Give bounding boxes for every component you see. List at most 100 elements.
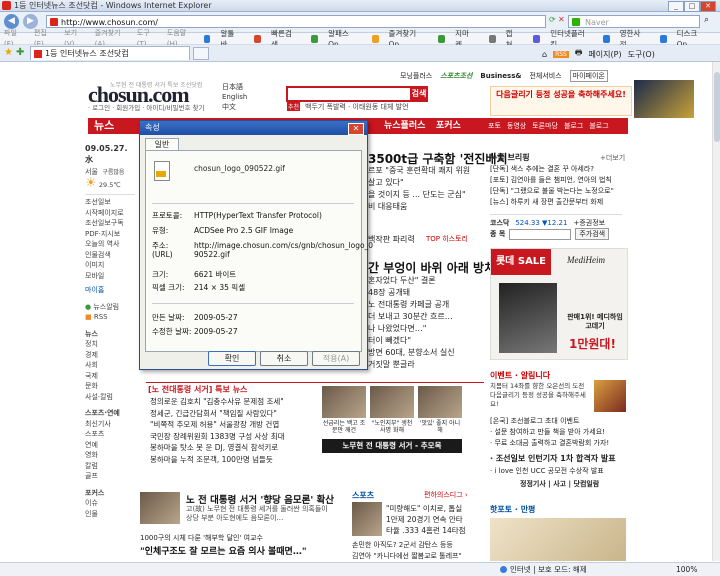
- headline-2-sub[interactable]: 터이 빼겠다": [368, 335, 484, 347]
- left-link[interactable]: 모바일: [85, 271, 135, 282]
- headline-2-sub[interactable]: 거짓말 뿐글라: [368, 359, 484, 371]
- login-links[interactable]: · 로그인 · 회원가입 · 아이디/비밀번호 찾기: [88, 102, 204, 112]
- stop-icon[interactable]: ✕: [558, 15, 565, 24]
- minimize-button[interactable]: _: [668, 1, 684, 12]
- photo-band[interactable]: 노무현 전 대통령 서거 - 추모목: [322, 439, 462, 453]
- news-section-link[interactable]: 경제: [85, 350, 135, 361]
- event-item[interactable]: [온국] 조선블로그 초대 이벤트: [490, 416, 626, 427]
- nav-blog[interactable]: 블로그: [564, 121, 583, 131]
- sports-section-link[interactable]: 영화: [85, 450, 135, 461]
- event-image[interactable]: [594, 380, 626, 412]
- tools-menu[interactable]: 도구(O): [628, 49, 655, 60]
- photo-thumb-1[interactable]: [322, 386, 366, 418]
- event-title[interactable]: 이벤트 · 알림니다: [490, 370, 550, 381]
- event-links[interactable]: 정정기사 | 사고 | 닷컴일람: [520, 478, 599, 490]
- tab-chosun[interactable]: 1등 인터넷뉴스 조선닷컴: [30, 46, 190, 60]
- lang-japanese[interactable]: 日本語: [222, 82, 247, 92]
- left-link[interactable]: PDF·지시보: [85, 229, 135, 240]
- sports-thumb[interactable]: [352, 502, 382, 536]
- home-icon[interactable]: ⌂: [542, 50, 547, 59]
- site-search-input[interactable]: [286, 86, 412, 102]
- cartoon-image[interactable]: [490, 518, 626, 561]
- briefing-title[interactable]: 뉴플 브리핑: [490, 152, 530, 163]
- special-news-item[interactable]: 정의로운 김호치 "김충수사유 문제점 조세": [150, 396, 315, 408]
- left-link[interactable]: 오늘의 역사: [85, 239, 135, 250]
- sports-title[interactable]: 스포츠: [352, 490, 374, 501]
- nav-photo[interactable]: 포토: [488, 121, 501, 131]
- nav-debate[interactable]: 토론마당: [532, 121, 558, 131]
- sports-item[interactable]: "미량해도" 이치로, 톱실: [386, 503, 486, 514]
- special-title[interactable]: [노 전대통령 서거] 특보 뉴스: [148, 384, 247, 395]
- headline-1-sub[interactable]: 살고 있다": [368, 177, 484, 189]
- headline-2-sub[interactable]: 48장 공개돼: [368, 287, 484, 299]
- event-text[interactable]: 치몸터 14좌를 향한 오은선의 도전 다음글리기 등정 성공을 축하해주세요!: [490, 382, 590, 412]
- headline-2-sub[interactable]: 방면 60대, 분향소서 실신: [368, 347, 484, 359]
- left-link[interactable]: 이미지: [85, 260, 135, 271]
- headline-2-sub[interactable]: 노 전대통령 카페글 공개: [368, 299, 484, 311]
- left-link[interactable]: 조선일보: [85, 197, 135, 208]
- photo-thumb-3[interactable]: [418, 386, 462, 418]
- sports-bottom-item[interactable]: 손민한 아직도? 2군서 감탄스 등등: [352, 540, 492, 551]
- event-ucc[interactable]: · i love 인천 UCC 공모전 수상작 발표: [490, 465, 604, 477]
- scroll-thumb[interactable]: [714, 72, 720, 142]
- window-title-bar[interactable]: 1등 인터넷뉴스 조선닷컴 - Windows Internet Explore…: [0, 0, 720, 12]
- bottom-headline-2[interactable]: "인체구조도 잘 모르는 요즘 의사 볼때면…": [140, 544, 307, 557]
- headline-2-sub[interactable]: 혼자었다 두산" 결론: [368, 275, 484, 287]
- event-item[interactable]: · 설문 참여하고 만들 책을 받아 가세요!: [490, 427, 626, 438]
- stock-search-button[interactable]: 주가검색: [575, 228, 610, 240]
- sports-section-link[interactable]: 스포츠: [85, 429, 135, 440]
- maximize-button[interactable]: □: [684, 1, 700, 12]
- close-button[interactable]: ✕: [700, 1, 716, 12]
- special-news-item[interactable]: 정세군, 긴급간담회서 "책임질 사람있다": [150, 408, 315, 420]
- section-sports[interactable]: 스포츠·연예: [85, 408, 135, 419]
- search-icon[interactable]: ⌕: [704, 15, 709, 25]
- special-news-item[interactable]: 봉하마을 탓소 못 운 DJ, 영결식 참석키로: [150, 442, 315, 454]
- site-search-button[interactable]: 검색: [410, 86, 428, 102]
- sports-bottom-item[interactable]: 김연아 "카니다에선 짧봄교로 톨레프": [352, 551, 492, 561]
- photo-caption-2[interactable]: "노인지부" 생천사명 화해: [370, 420, 414, 434]
- stock-input[interactable]: [509, 228, 572, 240]
- news-section-link[interactable]: 국제: [85, 371, 135, 382]
- link-sports-chosun[interactable]: 스포츠조선: [440, 71, 472, 81]
- top-ad-image[interactable]: [634, 80, 694, 118]
- search-input[interactable]: Naver: [568, 15, 700, 28]
- link-business[interactable]: Business&: [480, 72, 521, 80]
- section-news[interactable]: 뉴스: [85, 329, 135, 340]
- nav-focus[interactable]: 포커스: [436, 118, 461, 134]
- top-ad-banner[interactable]: 다음글리기 등정 성공을 축하해주세요!: [490, 86, 632, 116]
- dialog-title[interactable]: 속성: [140, 121, 367, 135]
- lang-chinese[interactable]: 中文: [222, 102, 247, 112]
- special-news-item[interactable]: 봉하마을 누적 조문객, 100만명 넘들듯: [150, 454, 315, 466]
- sports-item[interactable]: 타율 .333 4홈런 14타점: [386, 525, 486, 536]
- market-more[interactable]: +증권정보: [573, 218, 605, 228]
- left-link[interactable]: 시작페이지로: [85, 208, 135, 219]
- photo-thumb-2[interactable]: [370, 386, 414, 418]
- news-section-link[interactable]: 사설·칼럼: [85, 392, 135, 403]
- focus-section-link[interactable]: 인물: [85, 509, 135, 520]
- left-link[interactable]: 인물검색: [85, 250, 135, 261]
- briefing-item[interactable]: [포토] 김연아를 들은 챔피언, 연아의 법칙: [490, 175, 622, 186]
- zoom-level[interactable]: 100%: [676, 563, 697, 576]
- bottom-thumb-1[interactable]: [140, 492, 180, 524]
- print-icon[interactable]: 🖶: [575, 47, 583, 61]
- headline-2[interactable]: 간 부엉이 바위 아래 방치": [368, 259, 501, 276]
- link-morning-plus[interactable]: 모닝플러스: [400, 71, 432, 81]
- nav-blog-2[interactable]: 블로그: [589, 121, 608, 131]
- sports-section-link[interactable]: 칼럼: [85, 461, 135, 472]
- news-alarm-link[interactable]: 뉴스알림: [93, 303, 119, 311]
- photo-cartoon-title[interactable]: 핫포토 · 만평: [490, 504, 535, 515]
- bottom-sub[interactable]: 고(故) 노무현 전 대통령 세거를 둘러싼 의혹들이 상당 부분 아도현에도 …: [186, 505, 336, 523]
- nav-video[interactable]: 동영상: [507, 121, 526, 131]
- headline-1-sub[interactable]: 을 것이지 등 ... 단도는 군심": [368, 189, 484, 201]
- page-menu[interactable]: 페이지(P): [588, 49, 621, 60]
- section-focus[interactable]: 포커스: [85, 488, 135, 499]
- headline-2-sub[interactable]: 나 나왔었다면…": [368, 323, 484, 335]
- ad-hair-iron[interactable]: 롯데 SALE MediHeim 판매1위! 메디하임 고데기 1만원대!: [490, 248, 628, 360]
- briefing-item[interactable]: [단독] "그랬으로 불울 박는다는 노정으로": [490, 186, 622, 197]
- page-scrollbar[interactable]: [712, 62, 720, 561]
- lang-english[interactable]: English: [222, 92, 247, 102]
- briefing-item[interactable]: [뉴스] 하루키 새 장편 출간문부터 화제: [490, 197, 622, 208]
- search-hint[interactable]: 백두기 폭발력 · 이태원동 대체 발언: [305, 102, 409, 112]
- left-link[interactable]: 조선일보구독: [85, 218, 135, 229]
- focus-section-link[interactable]: 이슈: [85, 498, 135, 509]
